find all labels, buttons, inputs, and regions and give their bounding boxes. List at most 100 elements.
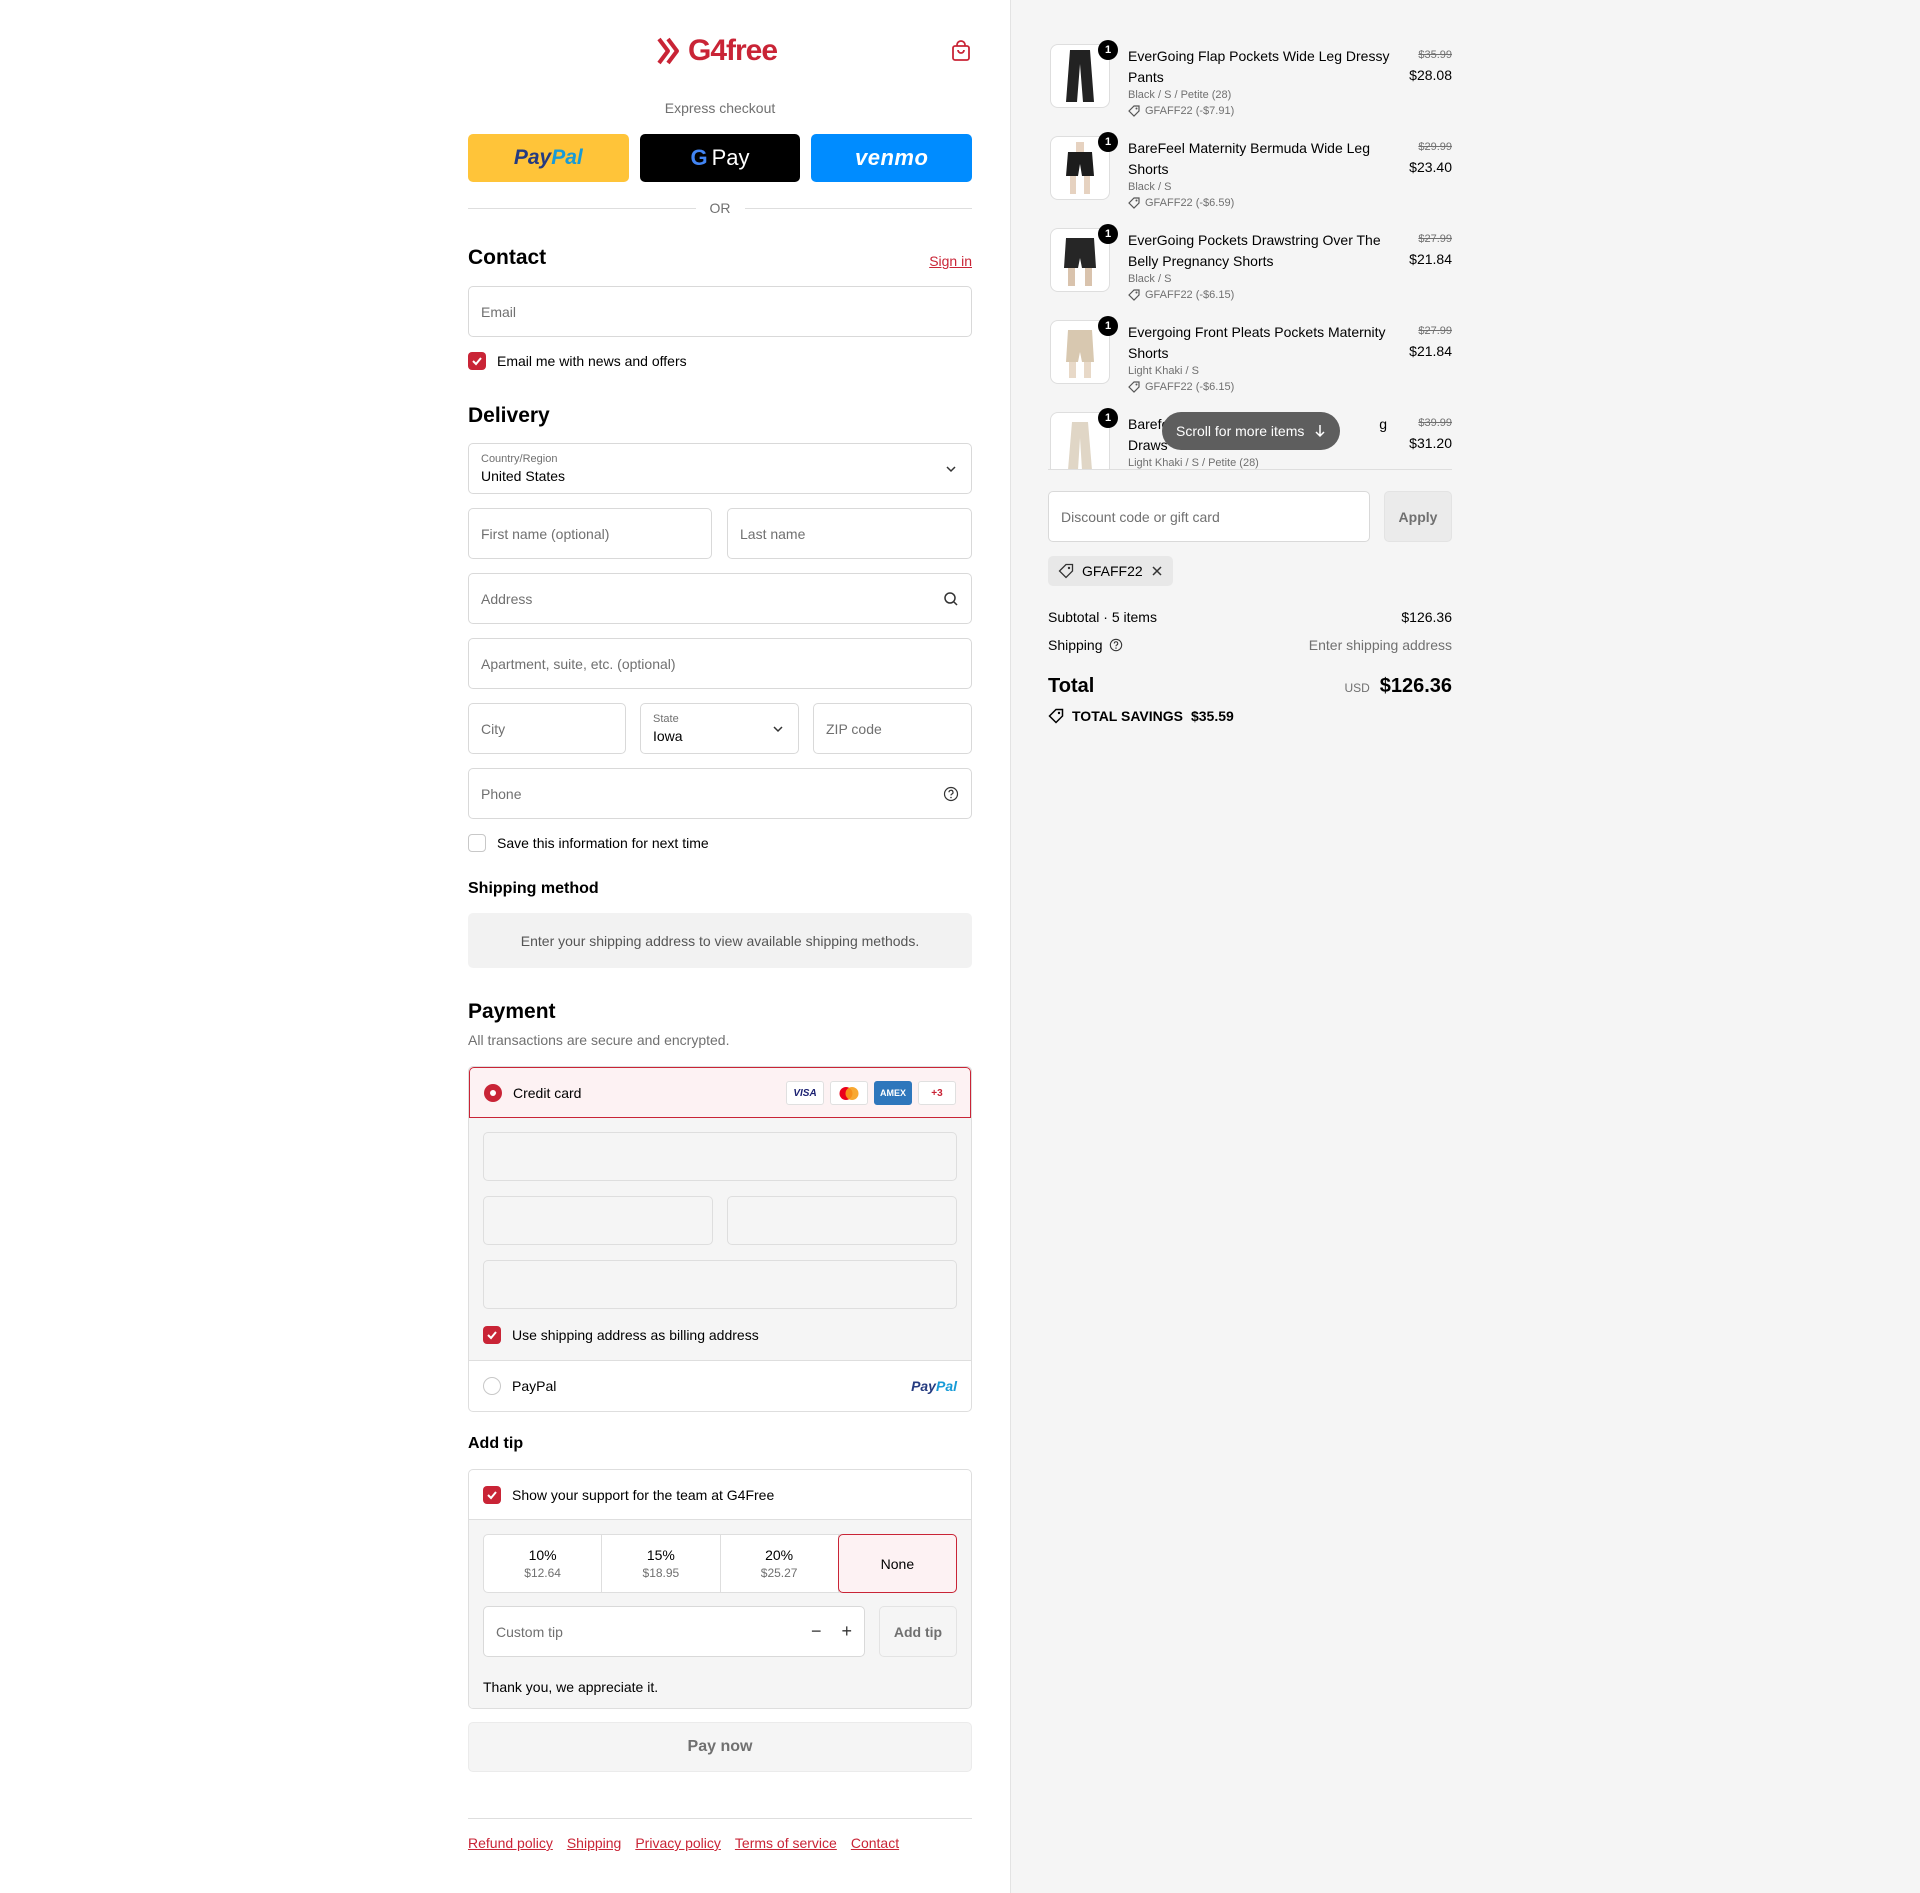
express-checkout-buttons: Pay Pal G Pay venmo bbox=[468, 134, 973, 182]
save-info-checkbox[interactable] bbox=[468, 834, 486, 852]
product-name: EverGoing Pockets Drawstring Over The Be… bbox=[1128, 232, 1381, 269]
tip-heading: Add tip bbox=[468, 1435, 524, 1452]
currency-code: USD bbox=[1344, 681, 1370, 695]
google-pay-button[interactable]: G Pay bbox=[639, 134, 801, 182]
billing-same-checkbox[interactable] bbox=[483, 1326, 501, 1344]
applied-discount-tag: GFAFF22 bbox=[1048, 556, 1173, 586]
google-g-icon: G bbox=[690, 145, 708, 170]
card-logos: VISA AMEX +3 bbox=[786, 1081, 956, 1105]
phone-field[interactable]: Phone bbox=[468, 768, 972, 819]
credit-card-radio[interactable] bbox=[484, 1083, 502, 1102]
product-discount: GFAFF22 (-$6.59) bbox=[1128, 197, 1234, 209]
card-number-field[interactable] bbox=[483, 1132, 957, 1181]
billing-same-option: Use shipping address as billing address bbox=[483, 1326, 759, 1344]
quantity-badge: 1 bbox=[1098, 316, 1118, 336]
add-tip-button[interactable]: Add tip bbox=[879, 1606, 957, 1657]
cart-items-list[interactable]: 1 EverGoing Flap Pockets Wide Leg Dressy… bbox=[1048, 30, 1452, 470]
payment-subtitle: All transactions are secure and encrypte… bbox=[468, 1032, 730, 1048]
payment-methods: Credit card VISA AMEX +3 Use shipping ad… bbox=[468, 1066, 972, 1412]
tip-percent: None bbox=[880, 1555, 915, 1572]
card-expiry-field[interactable] bbox=[483, 1196, 713, 1245]
tip-option-10[interactable]: 10% $12.64 bbox=[484, 1535, 603, 1592]
quantity-badge: 1 bbox=[1098, 40, 1118, 60]
card-details-form: Use shipping address as billing address bbox=[469, 1118, 971, 1361]
tip-support-label: Show your support for the team at G4Free bbox=[512, 1486, 775, 1503]
scroll-more-button[interactable]: Scroll for more items bbox=[1162, 412, 1341, 450]
product-variant: Black / S bbox=[1128, 273, 1172, 285]
tip-percent: 20% bbox=[765, 1547, 794, 1563]
pay-now-button[interactable]: Pay now bbox=[468, 1722, 972, 1772]
credit-card-option[interactable]: Credit card VISA AMEX +3 bbox=[469, 1067, 971, 1118]
contact-link[interactable]: Contact bbox=[851, 1835, 899, 1851]
tip-thanks-message: Thank you, we appreciate it. bbox=[483, 1679, 659, 1695]
paypal-radio[interactable] bbox=[483, 1377, 501, 1395]
custom-tip-input[interactable]: Custom tip − + bbox=[483, 1606, 865, 1657]
venmo-button[interactable]: venmo bbox=[811, 134, 973, 182]
card-cvv-field[interactable] bbox=[727, 1196, 957, 1245]
tip-option-15[interactable]: 15% $18.95 bbox=[602, 1535, 721, 1592]
news-opt-in: Email me with news and offers bbox=[468, 352, 687, 370]
help-icon[interactable] bbox=[943, 786, 959, 802]
credit-card-label: Credit card bbox=[513, 1084, 582, 1101]
card-name-field[interactable] bbox=[483, 1260, 957, 1309]
chevron-down-icon bbox=[773, 725, 783, 732]
privacy-policy-link[interactable]: Privacy policy bbox=[635, 1835, 721, 1851]
news-checkbox[interactable] bbox=[468, 352, 486, 370]
sale-price: $23.40 bbox=[1409, 159, 1452, 175]
first-name-field[interactable]: First name (optional) bbox=[468, 508, 712, 559]
apartment-placeholder: Apartment, suite, etc. (optional) bbox=[481, 655, 676, 672]
tip-percent: 10% bbox=[528, 1547, 557, 1563]
paypal-logo-part: Pay bbox=[513, 146, 552, 169]
last-name-field[interactable]: Last name bbox=[727, 508, 972, 559]
mastercard-icon bbox=[830, 1081, 868, 1105]
check-icon bbox=[487, 1331, 497, 1340]
minus-icon[interactable]: − bbox=[811, 1621, 822, 1642]
first-name-placeholder: First name (optional) bbox=[481, 525, 610, 542]
shopping-bag-icon[interactable] bbox=[950, 40, 972, 62]
address-field[interactable]: Address bbox=[468, 573, 972, 624]
phone-placeholder: Phone bbox=[481, 785, 522, 802]
shipping-policy-link[interactable]: Shipping bbox=[567, 1835, 622, 1851]
city-placeholder: City bbox=[481, 720, 506, 737]
refund-policy-link[interactable]: Refund policy bbox=[468, 1835, 553, 1851]
apply-discount-button[interactable]: Apply bbox=[1384, 491, 1452, 542]
logo-chevron-icon bbox=[657, 37, 679, 65]
product-discount: GFAFF22 (-$6.15) bbox=[1128, 381, 1234, 393]
close-icon[interactable] bbox=[1151, 565, 1163, 577]
save-info-label: Save this information for next time bbox=[497, 835, 709, 851]
amex-icon: AMEX bbox=[874, 1081, 912, 1105]
terms-of-service-link[interactable]: Terms of service bbox=[735, 1835, 837, 1851]
apartment-field[interactable]: Apartment, suite, etc. (optional) bbox=[468, 638, 972, 689]
tag-icon bbox=[1058, 563, 1074, 579]
subtotal-row: Subtotal · 5 items $126.36 bbox=[1048, 609, 1452, 625]
sign-in-link[interactable]: Sign in bbox=[929, 253, 972, 269]
scroll-more-label: Scroll for more items bbox=[1176, 423, 1305, 439]
state-select[interactable]: State Iowa bbox=[640, 703, 799, 754]
zip-field[interactable]: ZIP code bbox=[813, 703, 972, 754]
email-field[interactable]: Email bbox=[468, 286, 972, 337]
plus-icon[interactable]: + bbox=[841, 1621, 852, 1642]
check-icon bbox=[487, 1490, 497, 1499]
venmo-label: venmo bbox=[854, 145, 929, 170]
tip-option-20[interactable]: 20% $25.27 bbox=[721, 1535, 839, 1592]
original-price: $39.99 bbox=[1418, 417, 1452, 429]
original-price: $27.99 bbox=[1418, 233, 1452, 245]
paypal-express-button[interactable]: Pay Pal bbox=[468, 134, 629, 182]
save-info-option: Save this information for next time bbox=[468, 834, 709, 852]
more-cards-badge: +3 bbox=[918, 1081, 956, 1105]
paypal-option[interactable]: PayPal PayPal bbox=[469, 1361, 971, 1411]
discount-code-field[interactable]: Discount code or gift card bbox=[1048, 491, 1370, 542]
tip-amount: $12.64 bbox=[524, 1566, 561, 1580]
city-field[interactable]: City bbox=[468, 703, 626, 754]
country-select[interactable]: Country/Region United States bbox=[468, 443, 972, 494]
tip-support-option: Show your support for the team at G4Free bbox=[469, 1470, 971, 1520]
tip-option-none[interactable]: None bbox=[837, 1534, 957, 1593]
help-icon[interactable] bbox=[1109, 638, 1123, 652]
total-savings: TOTAL SAVINGS $35.59 bbox=[1048, 708, 1234, 724]
brand-logo[interactable]: G4free bbox=[656, 34, 791, 68]
subtotal-label: Subtotal · 5 items bbox=[1048, 609, 1157, 625]
tip-support-checkbox[interactable] bbox=[483, 1485, 501, 1504]
address-placeholder: Address bbox=[481, 590, 533, 607]
savings-value: $35.59 bbox=[1190, 708, 1234, 724]
gpay-label: Pay bbox=[711, 145, 750, 170]
